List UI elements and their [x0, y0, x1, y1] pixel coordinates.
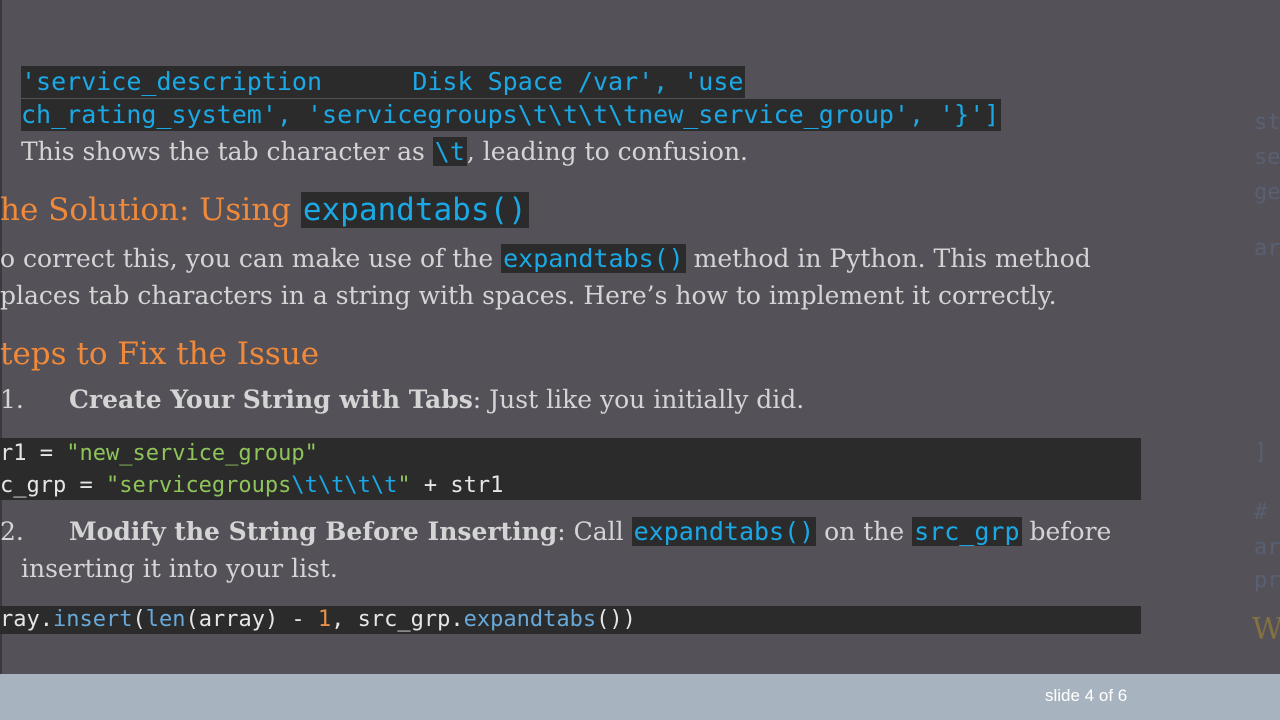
step-1-text: Create Your String with Tabs: Just like …	[69, 383, 804, 417]
code-escape: \t\t\t\t	[291, 473, 398, 498]
code-number: 1	[317, 607, 332, 632]
code-string: "new_service_group"	[66, 441, 318, 466]
code-token: (array) -	[185, 607, 318, 632]
code-string: "	[397, 473, 411, 498]
code-function: insert	[52, 607, 133, 632]
ghost-text: #	[1254, 500, 1268, 525]
ghost-text: ar	[1254, 236, 1280, 261]
inline-code-expandtabs: expandtabs()	[300, 192, 529, 228]
text: This shows the tab character as	[21, 137, 433, 166]
code-token: ())	[596, 607, 636, 632]
code-block-string: r1 = "new_service_group" c_grp = "servic…	[0, 438, 1141, 500]
code-block-insert: ray.insert(len(array) - 1, src_grp.expan…	[0, 606, 1141, 634]
inline-code-src-grp: src_grp	[912, 517, 1022, 546]
text: o correct this, you can make use of the	[0, 244, 502, 273]
text: on the	[816, 517, 913, 546]
code-row-1: ray.insert(len(array) - 1, src_grp.expan…	[0, 606, 636, 634]
ghost-text: ge	[1254, 180, 1280, 205]
step-2-number: 2.	[0, 517, 24, 546]
inline-code-expandtabs: expandtabs()	[501, 244, 686, 273]
code-token: (	[132, 607, 146, 632]
step-1-bold: Create Your String with Tabs	[69, 385, 473, 414]
code-row-1: r1 = "new_service_group"	[0, 438, 318, 469]
code-token: r1 =	[0, 441, 67, 466]
step-2-text: Modify the String Before Inserting: Call…	[69, 515, 1111, 549]
ghost-text: se	[1254, 145, 1280, 170]
code-token: ray.	[0, 607, 53, 632]
text: , leading to confusion.	[466, 137, 749, 166]
code-token: + str1	[410, 473, 504, 498]
heading-solution: he Solution: Using expandtabs()	[0, 189, 529, 231]
ghost-text: pr	[1254, 568, 1280, 593]
slide-number: slide 4 of 6	[1045, 686, 1128, 705]
step-1-number: 1.	[0, 385, 24, 414]
code-function: len	[145, 607, 186, 632]
inline-code-tab: \t	[432, 137, 467, 166]
code-row-2: c_grp = "servicegroups\t\t\t\t" + str1	[0, 470, 503, 501]
code-string: "servicegroups	[105, 473, 292, 498]
step-2-text-line2: inserting it into your list.	[21, 554, 338, 583]
paragraph-tab-char: This shows the tab character as \t, lead…	[21, 136, 748, 168]
heading-text: he Solution: Using	[0, 192, 301, 228]
code-function: expandtabs	[463, 607, 597, 632]
text: before	[1021, 517, 1112, 546]
step-2-bold: Modify the String Before Inserting	[69, 517, 558, 546]
text: : Just like you initially did.	[472, 385, 805, 414]
paragraph-correct-line2: places tab characters in a string with s…	[0, 281, 1057, 310]
ghost-text: ]	[1254, 440, 1268, 465]
heading-steps: teps to Fix the Issue	[0, 336, 320, 372]
code-token: , src_grp.	[331, 607, 464, 632]
code-token: c_grp =	[0, 473, 106, 498]
ghost-text: W	[1252, 612, 1280, 647]
code-line-top-1: 'service_description Disk Space /var', '…	[21, 66, 746, 98]
text: method in Python. This method	[685, 244, 1091, 273]
slide-canvas: 'service_description Disk Space /var', '…	[0, 0, 1280, 674]
text: : Call	[557, 517, 632, 546]
ghost-text: st	[1254, 110, 1280, 135]
code-line-top-2: ch_rating_system', 'servicegroups\t\t\t\…	[21, 99, 1002, 131]
paragraph-correct-line1: o correct this, you can make use of the …	[0, 242, 1091, 276]
inline-code-expandtabs: expandtabs()	[631, 517, 817, 546]
ghost-text: ar	[1254, 535, 1280, 560]
